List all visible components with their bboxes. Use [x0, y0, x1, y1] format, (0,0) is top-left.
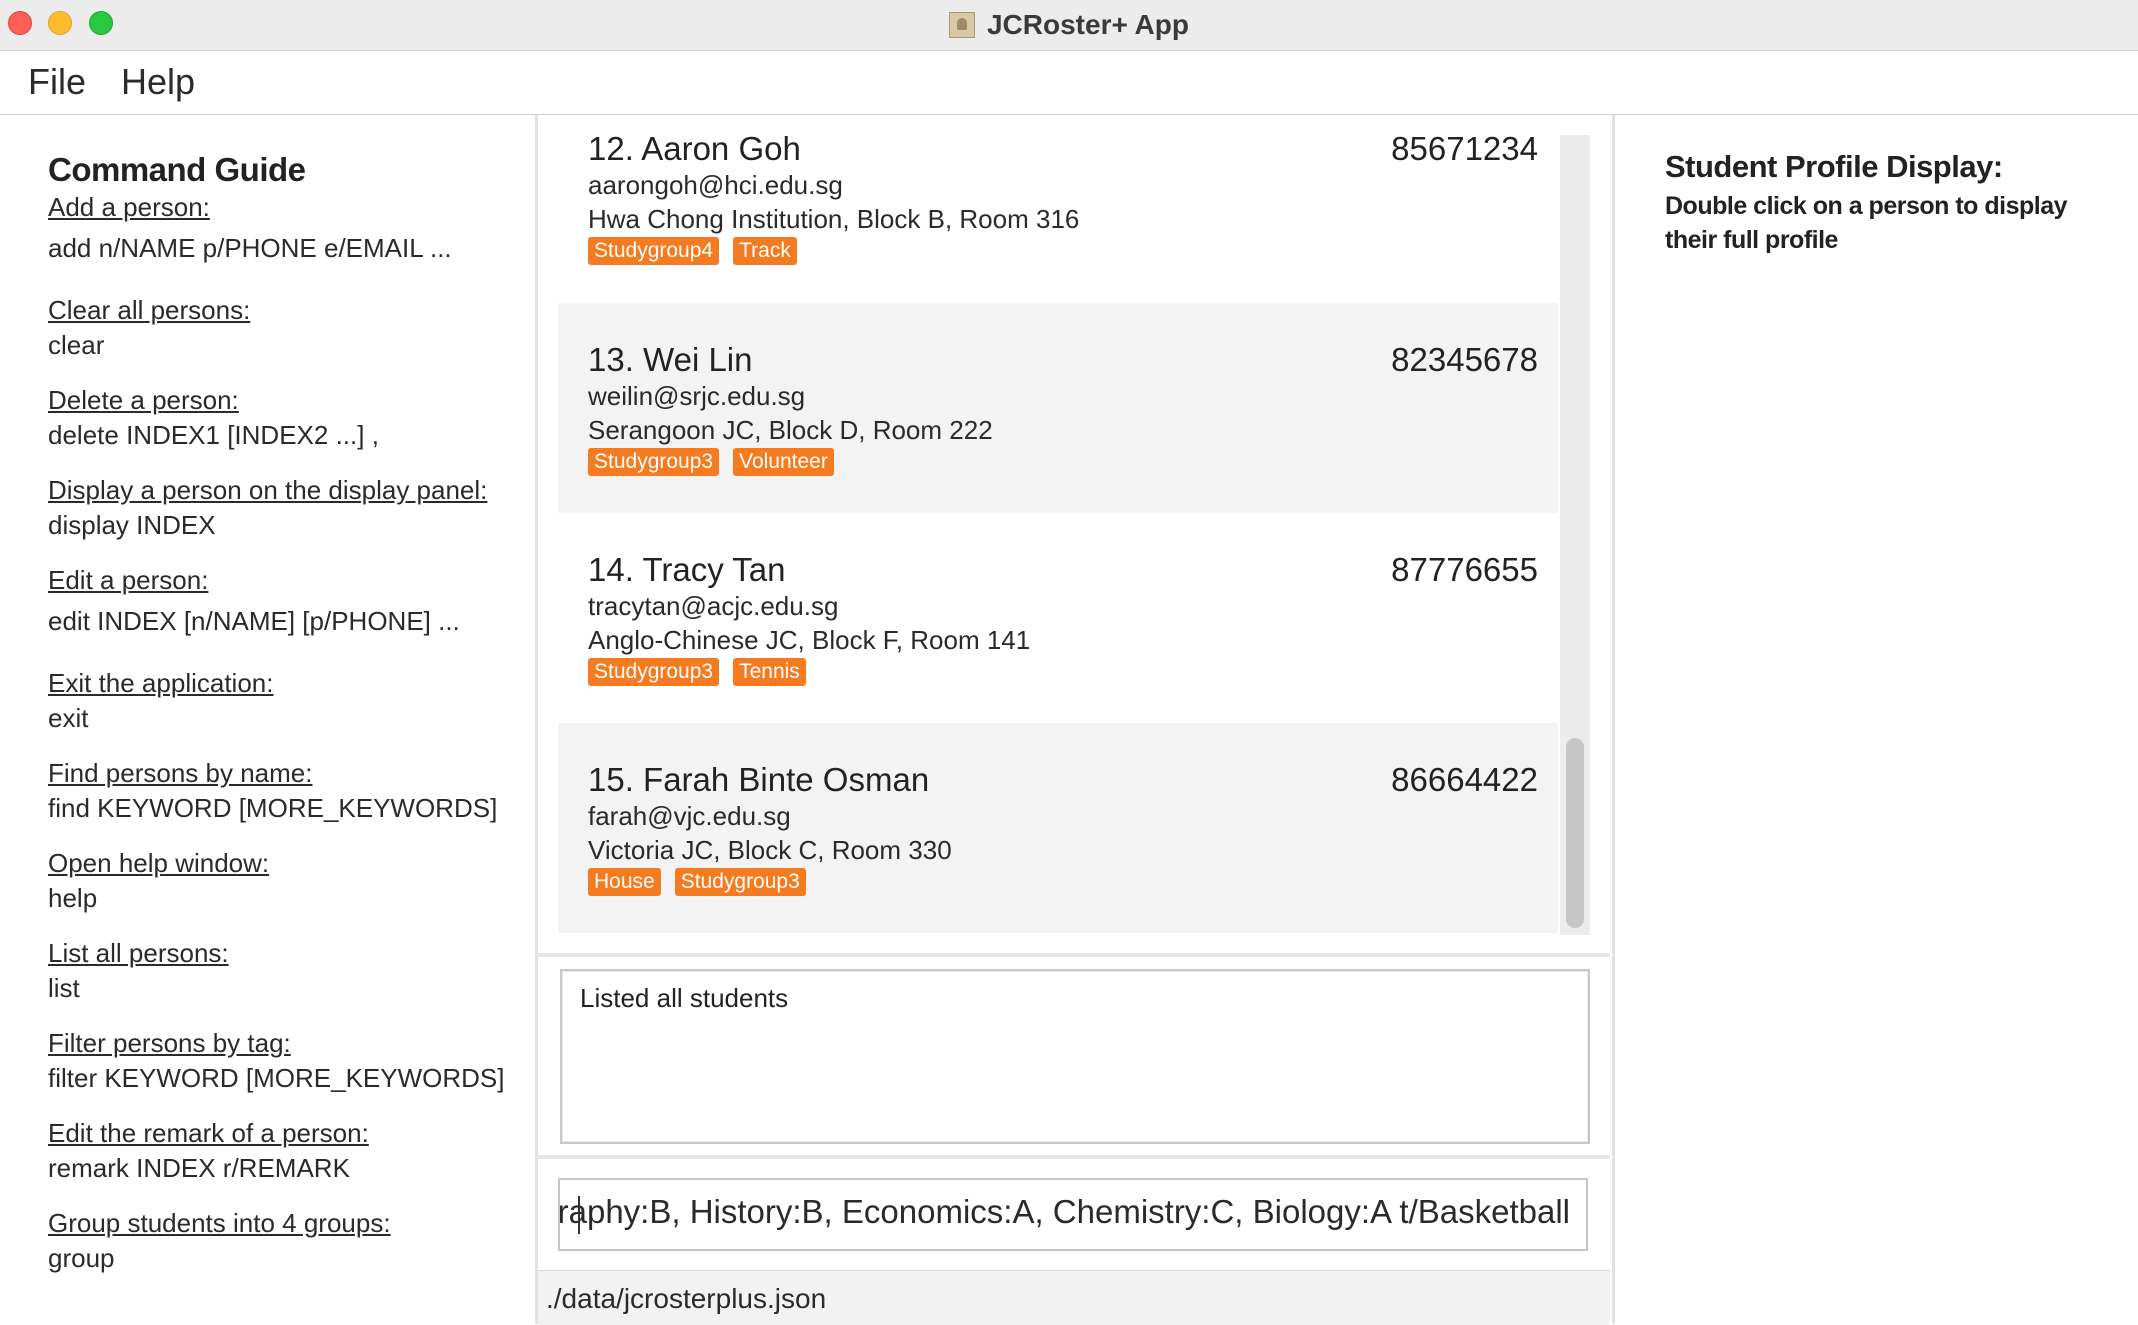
guide-cmd-delete: delete INDEX1 [INDEX2 ...] ,	[48, 420, 379, 450]
menu-bar: File Help	[0, 51, 2138, 115]
person-card[interactable]: 14. Tracy Tan 87776655 tracytan@acjc.edu…	[558, 513, 1558, 723]
profile-title: Student Profile Display:	[1665, 149, 2003, 184]
tag-badge: Studygroup3	[588, 658, 720, 686]
guide-label-add: Add a person:	[48, 192, 210, 222]
tag-badge: Studygroup3	[588, 448, 720, 476]
person-address: Anglo-Chinese JC, Block F, Room 141	[588, 625, 1031, 655]
guide-label-remark: Edit the remark of a person:	[48, 1118, 369, 1148]
menu-file[interactable]: File	[28, 61, 86, 103]
tag-badge: Tennis	[733, 658, 806, 686]
guide-label-display: Display a person on the display panel:	[48, 475, 488, 505]
person-name: 14. Tracy Tan	[588, 551, 786, 588]
guide-label-find: Find persons by name:	[48, 758, 313, 788]
guide-label-clear: Clear all persons:	[48, 295, 251, 325]
tag-badge: Volunteer	[733, 448, 834, 476]
divider	[538, 1155, 1610, 1159]
person-card[interactable]: 12. Aaron Goh 85671234 aarongoh@hci.edu.…	[558, 115, 1558, 325]
person-tags: Studygroup3 Volunteer	[588, 448, 834, 476]
tag-badge: House	[588, 868, 661, 896]
person-name: 12. Aaron Goh	[588, 130, 801, 167]
person-tags: Studygroup3 Tennis	[588, 658, 806, 686]
command-input[interactable]: raphy:B, History:B, Economics:A, Chemist…	[558, 1178, 1588, 1251]
command-guide-title: Command Guide	[48, 151, 306, 188]
command-guide-panel: Command Guide Add a person: add n/NAME p…	[0, 115, 538, 1324]
window-title-group: JCRoster+ App	[0, 0, 2138, 50]
profile-panel: Student Profile Display: Double click on…	[1612, 115, 2138, 1324]
person-email: weilin@srjc.edu.sg	[588, 381, 806, 411]
guide-cmd-list: list	[48, 973, 80, 1003]
person-phone: 87776655	[1391, 551, 1538, 588]
guide-label-delete: Delete a person:	[48, 385, 239, 415]
guide-cmd-add: add n/NAME p/PHONE e/EMAIL ...	[48, 233, 452, 263]
divider	[538, 953, 1610, 957]
person-name: 15. Farah Binte Osman	[588, 761, 930, 798]
guide-cmd-remark: remark INDEX r/REMARK	[48, 1153, 350, 1183]
tag-badge: Studygroup4	[588, 237, 720, 265]
menu-help[interactable]: Help	[121, 61, 195, 103]
person-email: aarongoh@hci.edu.sg	[588, 170, 843, 200]
profile-subtitle: Double click on a person to display thei…	[1665, 192, 2068, 254]
person-phone: 85671234	[1391, 130, 1538, 167]
title-bar: JCRoster+ App	[0, 0, 2138, 51]
guide-cmd-group: group	[48, 1243, 115, 1273]
guide-label-help: Open help window:	[48, 848, 270, 878]
status-file-path: ./data/jcrosterplus.json	[546, 1283, 827, 1314]
result-display[interactable]: Listed all students	[560, 969, 1590, 1144]
guide-label-group: Group students into 4 groups:	[48, 1208, 391, 1238]
result-text: Listed all students	[580, 983, 789, 1013]
guide-cmd-find: find KEYWORD [MORE_KEYWORDS]	[48, 793, 498, 823]
list-scrollbar-thumb[interactable]	[1566, 738, 1584, 928]
guide-cmd-display: display INDEX	[48, 510, 216, 540]
tag-badge: Track	[733, 237, 797, 265]
person-address: Victoria JC, Block C, Room 330	[588, 835, 952, 865]
person-email: farah@vjc.edu.sg	[588, 801, 791, 831]
app-icon	[948, 12, 975, 38]
guide-cmd-exit: exit	[48, 703, 89, 733]
command-input-text: raphy:B, History:B, Economics:A, Chemist…	[558, 1193, 1570, 1230]
guide-label-edit: Edit a person:	[48, 565, 209, 595]
person-list[interactable]: 12. Aaron Goh 85671234 aarongoh@hci.edu.…	[558, 115, 1558, 935]
guide-cmd-edit: edit INDEX [n/NAME] [p/PHONE] ...	[48, 606, 460, 636]
person-tags: House Studygroup3	[588, 868, 806, 896]
tag-badge: Studygroup3	[674, 868, 806, 896]
person-tags: Studygroup4 Track	[588, 237, 797, 265]
guide-label-exit: Exit the application:	[48, 668, 274, 698]
person-phone: 82345678	[1391, 341, 1538, 378]
person-address: Hwa Chong Institution, Block B, Room 316	[588, 204, 1080, 234]
window-title: JCRoster+ App	[986, 9, 1189, 40]
guide-cmd-clear: clear	[48, 330, 105, 360]
person-phone: 86664422	[1391, 761, 1538, 798]
person-email: tracytan@acjc.edu.sg	[588, 591, 839, 621]
person-card[interactable]: 15. Farah Binte Osman 86664422 farah@vjc…	[558, 723, 1558, 933]
guide-cmd-filter: filter KEYWORD [MORE_KEYWORDS]	[48, 1063, 505, 1093]
status-bar: ./data/jcrosterplus.json	[538, 1270, 1610, 1325]
guide-label-filter: Filter persons by tag:	[48, 1028, 291, 1058]
main-panel: 12. Aaron Goh 85671234 aarongoh@hci.edu.…	[538, 115, 1610, 1325]
guide-cmd-help: help	[48, 883, 98, 913]
guide-label-list: List all persons:	[48, 938, 229, 968]
person-card[interactable]: 13. Wei Lin 82345678 weilin@srjc.edu.sg …	[558, 303, 1558, 513]
person-address: Serangoon JC, Block D, Room 222	[588, 415, 993, 445]
person-name: 13. Wei Lin	[588, 341, 753, 378]
